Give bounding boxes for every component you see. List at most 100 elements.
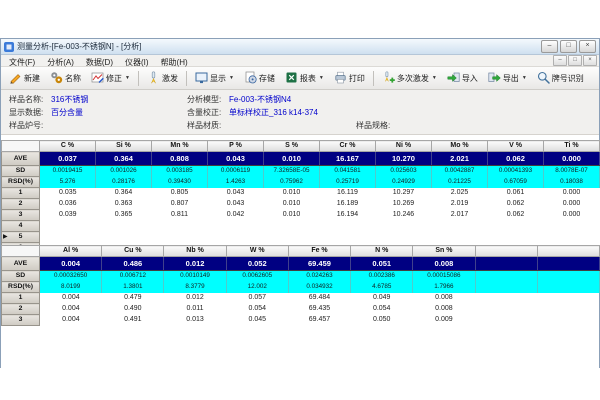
stat-cell[interactable]: 0.67059 bbox=[488, 177, 544, 188]
data-cell[interactable]: 0.479 bbox=[102, 293, 164, 304]
ave-cell[interactable]: 0.012 bbox=[164, 257, 226, 271]
data-cell[interactable]: 0.061 bbox=[488, 188, 544, 199]
stat-cell[interactable]: 0.003185 bbox=[152, 166, 208, 177]
data-cell[interactable]: 0.000 bbox=[544, 210, 600, 221]
data-cell[interactable]: 0.363 bbox=[96, 199, 152, 210]
stat-cell[interactable]: 0.0042887 bbox=[432, 166, 488, 177]
mdi-close-button[interactable]: × bbox=[583, 55, 597, 66]
column-header-cell[interactable]: Fe % bbox=[288, 246, 350, 257]
stat-cell[interactable]: 8.0078E-07 bbox=[544, 166, 600, 177]
column-header-cell[interactable] bbox=[475, 246, 537, 257]
toolbar-button[interactable]: 名称 bbox=[46, 68, 85, 88]
data-cell[interactable]: 0.490 bbox=[102, 304, 164, 315]
stat-cell[interactable] bbox=[475, 271, 537, 282]
ave-cell[interactable]: 0.062 bbox=[488, 152, 544, 166]
column-header-cell[interactable]: N % bbox=[351, 246, 413, 257]
data-cell[interactable]: 0.008 bbox=[413, 293, 475, 304]
data-cell[interactable] bbox=[537, 315, 599, 326]
data-cell[interactable]: 0.054 bbox=[351, 304, 413, 315]
stat-cell[interactable]: 0.041581 bbox=[320, 166, 376, 177]
stat-cell[interactable]: 0.002386 bbox=[351, 271, 413, 282]
data-cell[interactable]: 0.011 bbox=[164, 304, 226, 315]
stat-cell[interactable]: 0.0010149 bbox=[164, 271, 226, 282]
data-cell[interactable]: 0.012 bbox=[164, 293, 226, 304]
data-cell[interactable]: 16.189 bbox=[320, 199, 376, 210]
ave-cell[interactable]: 0.051 bbox=[351, 257, 413, 271]
stat-cell[interactable]: 0.18038 bbox=[544, 177, 600, 188]
data-cell[interactable]: 16.194 bbox=[320, 210, 376, 221]
toolbar-button[interactable]: 导入 bbox=[443, 68, 482, 88]
toolbar-button[interactable]: 存储 bbox=[240, 68, 279, 88]
ave-cell[interactable]: 0.364 bbox=[96, 152, 152, 166]
mdi-minimize-button[interactable]: – bbox=[553, 55, 567, 66]
row-header-cell[interactable]: ▶5 bbox=[2, 232, 40, 243]
column-header-cell[interactable]: C % bbox=[40, 141, 96, 152]
stat-cell[interactable]: 0.00015086 bbox=[413, 271, 475, 282]
data-cell[interactable]: 0.010 bbox=[264, 210, 320, 221]
stat-cell[interactable]: 5.276 bbox=[40, 177, 96, 188]
data-cell[interactable]: 0.042 bbox=[208, 210, 264, 221]
data-cell[interactable] bbox=[475, 304, 537, 315]
data-cell[interactable]: 0.004 bbox=[40, 293, 102, 304]
ave-cell[interactable]: 0.008 bbox=[413, 257, 475, 271]
menu-item[interactable]: 帮助(H) bbox=[155, 58, 194, 67]
stat-cell[interactable]: 0.39430 bbox=[152, 177, 208, 188]
stat-cell[interactable]: 0.034932 bbox=[288, 282, 350, 293]
toolbar-button[interactable]: 多次激发▼ bbox=[378, 68, 441, 88]
stat-cell[interactable]: 7.32658E-05 bbox=[264, 166, 320, 177]
stat-cell[interactable]: 4.6785 bbox=[351, 282, 413, 293]
row-header-cell[interactable]: SD bbox=[2, 166, 40, 177]
data-cell[interactable] bbox=[475, 315, 537, 326]
data-cell[interactable]: 0.365 bbox=[96, 210, 152, 221]
column-header-cell[interactable]: Cr % bbox=[320, 141, 376, 152]
stat-cell[interactable]: 0.0006119 bbox=[208, 166, 264, 177]
data-cell[interactable]: 0.000 bbox=[544, 199, 600, 210]
stat-cell[interactable]: 0.0062605 bbox=[226, 271, 288, 282]
stat-cell[interactable]: 0.006712 bbox=[102, 271, 164, 282]
data-cell[interactable]: 0.009 bbox=[413, 315, 475, 326]
data-cell[interactable]: 0.000 bbox=[544, 188, 600, 199]
data-cell[interactable]: 0.491 bbox=[102, 315, 164, 326]
row-header-cell[interactable]: RSD(%) bbox=[2, 282, 40, 293]
stat-cell[interactable]: 1.7966 bbox=[413, 282, 475, 293]
data-cell[interactable]: 0.035 bbox=[40, 188, 96, 199]
stat-cell[interactable]: 0.28176 bbox=[96, 177, 152, 188]
data-cell[interactable]: 10.297 bbox=[376, 188, 432, 199]
ave-cell[interactable]: 0.808 bbox=[152, 152, 208, 166]
data-cell[interactable]: 0.013 bbox=[164, 315, 226, 326]
ave-cell[interactable]: 0.010 bbox=[264, 152, 320, 166]
menu-item[interactable]: 文件(F) bbox=[3, 58, 41, 67]
toolbar-button[interactable]: 报表▼ bbox=[281, 68, 328, 88]
ave-cell[interactable]: 0.486 bbox=[102, 257, 164, 271]
stat-cell[interactable]: 0.00032650 bbox=[40, 271, 102, 282]
stat-cell[interactable]: 0.75962 bbox=[264, 177, 320, 188]
stat-cell[interactable]: 0.00041393 bbox=[488, 166, 544, 177]
data-cell[interactable]: 0.008 bbox=[413, 304, 475, 315]
data-cell[interactable]: 0.004 bbox=[40, 304, 102, 315]
ave-cell[interactable]: 10.270 bbox=[376, 152, 432, 166]
stat-cell[interactable]: 12.002 bbox=[226, 282, 288, 293]
column-header-cell[interactable]: Si % bbox=[96, 141, 152, 152]
stat-cell[interactable]: 0.001026 bbox=[96, 166, 152, 177]
toolbar-button[interactable]: 牌号识别 bbox=[533, 68, 588, 88]
ave-cell[interactable]: 0.000 bbox=[544, 152, 600, 166]
empty-row-area[interactable] bbox=[40, 221, 600, 232]
stat-cell[interactable]: 0.24929 bbox=[376, 177, 432, 188]
row-header-cell[interactable]: 3 bbox=[2, 210, 40, 221]
column-header-cell[interactable]: Cu % bbox=[102, 246, 164, 257]
column-header-cell[interactable]: V % bbox=[488, 141, 544, 152]
data-cell[interactable]: 0.036 bbox=[40, 199, 96, 210]
toolbar-button[interactable]: 导出▼ bbox=[484, 68, 531, 88]
data-cell[interactable]: 69.484 bbox=[288, 293, 350, 304]
ave-cell[interactable]: 0.052 bbox=[226, 257, 288, 271]
row-header-cell[interactable]: 4 bbox=[2, 221, 40, 232]
restore-button[interactable]: □ bbox=[560, 40, 577, 53]
stat-cell[interactable]: 0.024263 bbox=[288, 271, 350, 282]
data-cell[interactable]: 0.050 bbox=[351, 315, 413, 326]
column-header-cell[interactable]: P % bbox=[208, 141, 264, 152]
stat-cell[interactable]: 8.3779 bbox=[164, 282, 226, 293]
ave-cell[interactable]: 0.043 bbox=[208, 152, 264, 166]
row-header-cell[interactable]: SD bbox=[2, 271, 40, 282]
stat-cell[interactable] bbox=[537, 271, 599, 282]
data-cell[interactable]: 69.457 bbox=[288, 315, 350, 326]
